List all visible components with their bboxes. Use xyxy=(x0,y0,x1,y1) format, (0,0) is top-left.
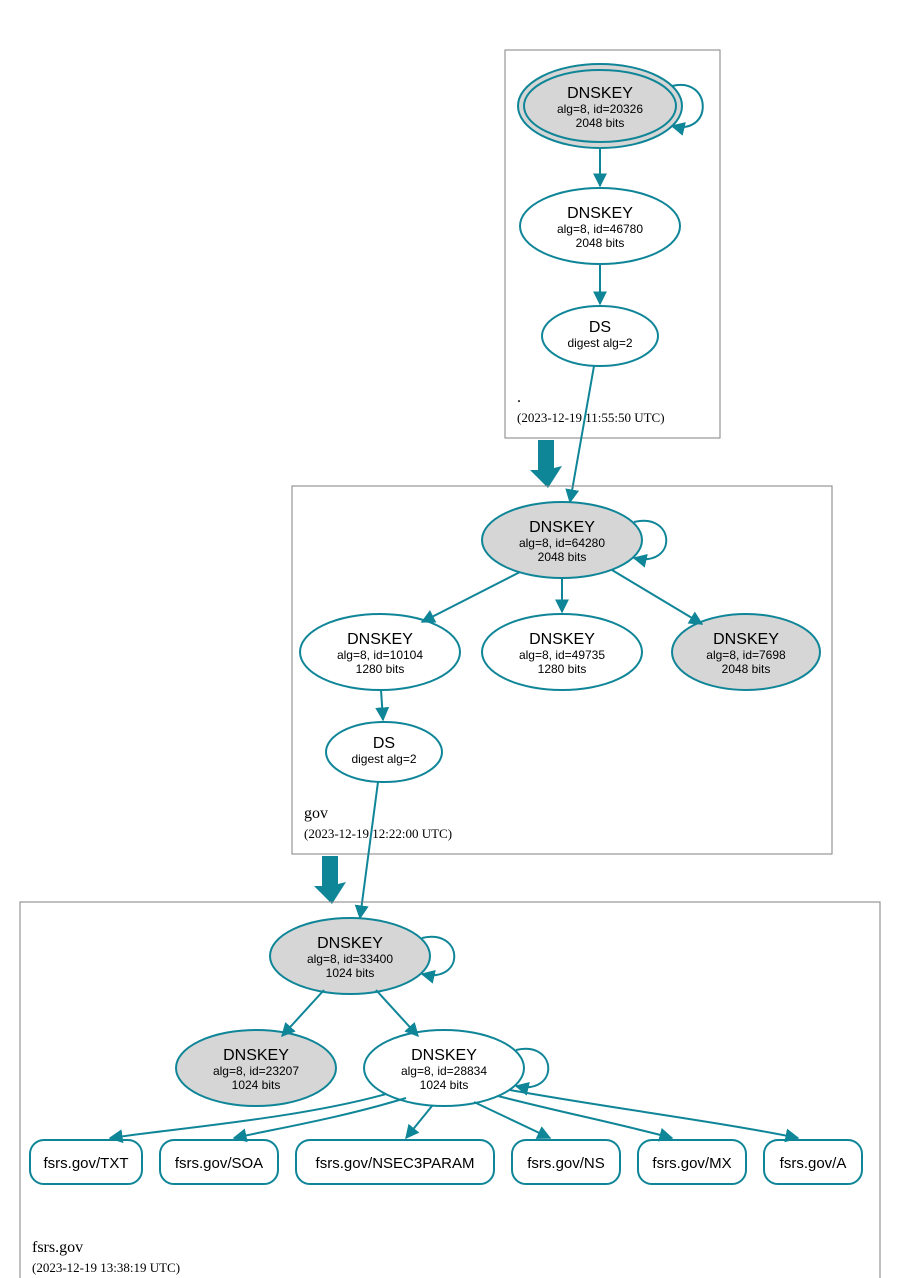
node-gov-zsk2: DNSKEY alg=8, id=49735 1280 bits xyxy=(482,614,642,690)
zone-fsrs: fsrs.gov (2023-12-19 13:38:19 UTC) DNSKE… xyxy=(20,902,880,1278)
svg-text:alg=8, id=7698: alg=8, id=7698 xyxy=(706,648,786,662)
svg-text:alg=8, id=10104: alg=8, id=10104 xyxy=(337,648,423,662)
svg-text:DNSKEY: DNSKEY xyxy=(529,631,595,648)
svg-text:1280 bits: 1280 bits xyxy=(356,662,405,676)
svg-text:DNSKEY: DNSKEY xyxy=(529,519,595,536)
node-rr-mx: fsrs.gov/MX xyxy=(638,1140,746,1184)
svg-text:fsrs.gov/MX: fsrs.gov/MX xyxy=(652,1155,731,1172)
svg-text:DNSKEY: DNSKEY xyxy=(317,935,383,952)
zone-root: . (2023-12-19 11:55:50 UTC) DNSKEY alg=8… xyxy=(505,50,720,438)
node-rr-soa: fsrs.gov/SOA xyxy=(160,1140,278,1184)
node-fsrs-ksk: DNSKEY alg=8, id=33400 1024 bits xyxy=(270,918,430,994)
node-rr-nsec: fsrs.gov/NSEC3PARAM xyxy=(296,1140,494,1184)
svg-text:2048 bits: 2048 bits xyxy=(576,116,625,130)
dnssec-graph: . (2023-12-19 11:55:50 UTC) DNSKEY alg=8… xyxy=(0,0,897,1278)
zone-fsrs-label: fsrs.gov xyxy=(32,1239,83,1256)
svg-text:digest alg=2: digest alg=2 xyxy=(567,336,632,350)
svg-text:fsrs.gov/TXT: fsrs.gov/TXT xyxy=(43,1155,128,1172)
svg-text:DS: DS xyxy=(589,319,611,336)
node-rr-txt: fsrs.gov/TXT xyxy=(30,1140,142,1184)
svg-text:1024 bits: 1024 bits xyxy=(420,1078,469,1092)
node-gov-ksk: DNSKEY alg=8, id=64280 2048 bits xyxy=(482,502,642,578)
svg-text:DS: DS xyxy=(373,735,395,752)
zone-arrow-gov-to-fsrs xyxy=(314,856,346,904)
svg-text:DNSKEY: DNSKEY xyxy=(223,1047,289,1064)
svg-text:DNSKEY: DNSKEY xyxy=(567,205,633,222)
svg-text:DNSKEY: DNSKEY xyxy=(567,85,633,102)
svg-text:DNSKEY: DNSKEY xyxy=(713,631,779,648)
node-fsrs-key2: DNSKEY alg=8, id=23207 1024 bits xyxy=(176,1030,336,1106)
node-gov-ds: DS digest alg=2 xyxy=(326,722,442,782)
svg-text:alg=8, id=49735: alg=8, id=49735 xyxy=(519,648,605,662)
node-root-ksk: DNSKEY alg=8, id=20326 2048 bits xyxy=(518,64,682,148)
svg-text:2048 bits: 2048 bits xyxy=(722,662,771,676)
node-gov-key3: DNSKEY alg=8, id=7698 2048 bits xyxy=(672,614,820,690)
svg-text:1024 bits: 1024 bits xyxy=(326,966,375,980)
svg-text:alg=8, id=46780: alg=8, id=46780 xyxy=(557,222,643,236)
svg-text:DNSKEY: DNSKEY xyxy=(347,631,413,648)
node-rr-ns: fsrs.gov/NS xyxy=(512,1140,620,1184)
zone-arrow-root-to-gov xyxy=(530,440,562,488)
svg-text:alg=8, id=23207: alg=8, id=23207 xyxy=(213,1064,299,1078)
svg-text:fsrs.gov/SOA: fsrs.gov/SOA xyxy=(175,1155,263,1172)
svg-text:DNSKEY: DNSKEY xyxy=(411,1047,477,1064)
zone-gov-label: gov xyxy=(304,805,328,822)
svg-text:1024 bits: 1024 bits xyxy=(232,1078,281,1092)
svg-text:alg=8, id=64280: alg=8, id=64280 xyxy=(519,536,605,550)
node-rr-a: fsrs.gov/A xyxy=(764,1140,862,1184)
svg-text:alg=8, id=28834: alg=8, id=28834 xyxy=(401,1064,487,1078)
svg-text:fsrs.gov/NSEC3PARAM: fsrs.gov/NSEC3PARAM xyxy=(316,1155,475,1172)
zone-root-timestamp: (2023-12-19 11:55:50 UTC) xyxy=(517,410,665,425)
svg-text:digest alg=2: digest alg=2 xyxy=(351,752,416,766)
svg-text:alg=8, id=20326: alg=8, id=20326 xyxy=(557,102,643,116)
zone-fsrs-timestamp: (2023-12-19 13:38:19 UTC) xyxy=(32,1260,180,1275)
svg-text:fsrs.gov/NS: fsrs.gov/NS xyxy=(527,1155,605,1172)
svg-text:fsrs.gov/A: fsrs.gov/A xyxy=(780,1155,847,1172)
node-fsrs-zsk: DNSKEY alg=8, id=28834 1024 bits xyxy=(364,1030,524,1106)
zone-gov: gov (2023-12-19 12:22:00 UTC) DNSKEY alg… xyxy=(292,486,832,854)
zone-gov-timestamp: (2023-12-19 12:22:00 UTC) xyxy=(304,826,452,841)
node-gov-zsk1: DNSKEY alg=8, id=10104 1280 bits xyxy=(300,614,460,690)
svg-text:alg=8, id=33400: alg=8, id=33400 xyxy=(307,952,393,966)
svg-text:2048 bits: 2048 bits xyxy=(538,550,587,564)
node-root-zsk: DNSKEY alg=8, id=46780 2048 bits xyxy=(520,188,680,264)
svg-text:1280 bits: 1280 bits xyxy=(538,662,587,676)
svg-text:2048 bits: 2048 bits xyxy=(576,236,625,250)
node-root-ds: DS digest alg=2 xyxy=(542,306,658,366)
zone-root-label: . xyxy=(517,389,521,406)
